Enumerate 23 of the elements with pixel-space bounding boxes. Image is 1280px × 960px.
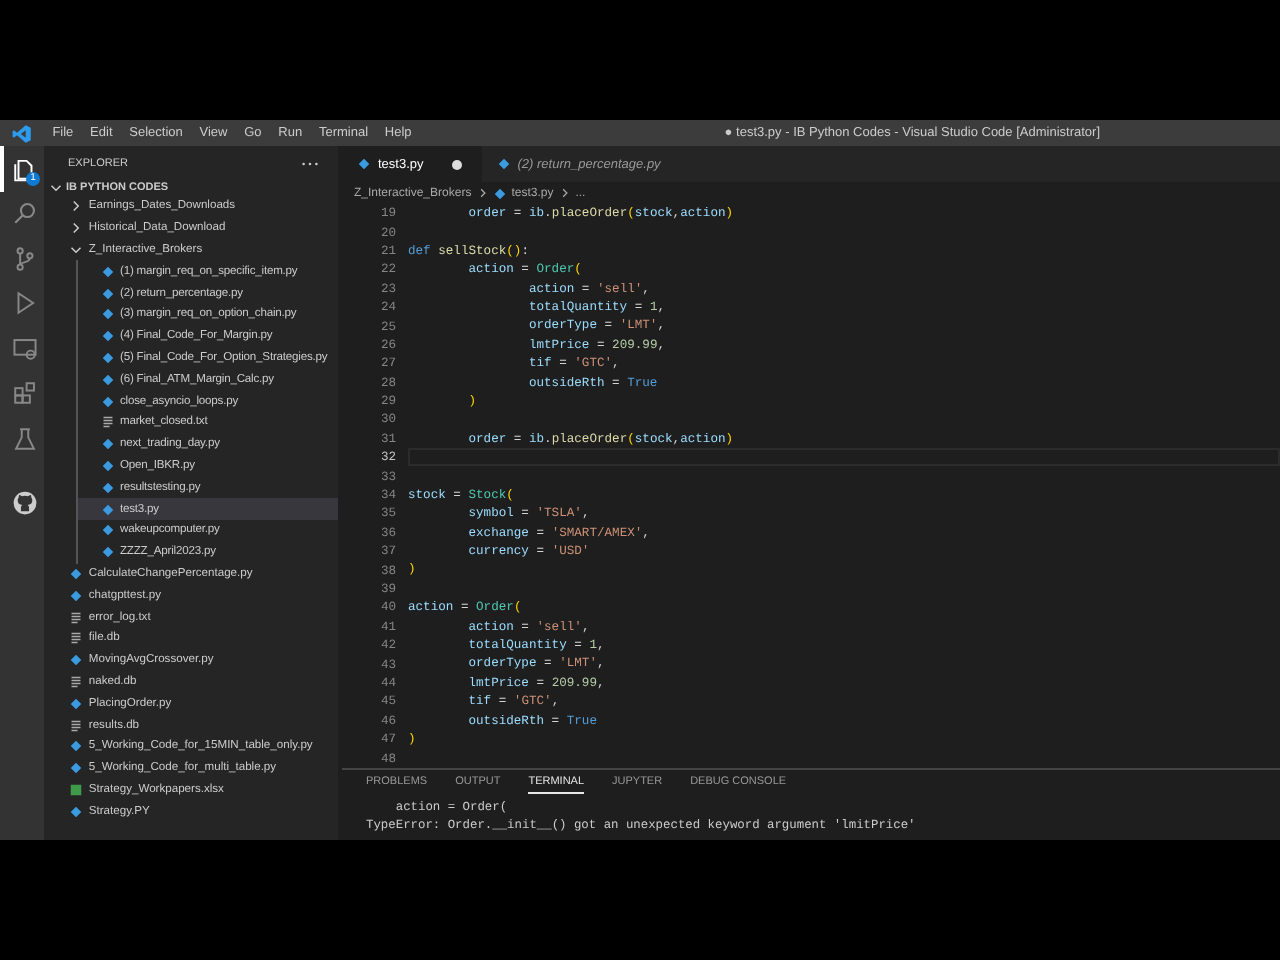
chevron-icon	[477, 188, 488, 198]
python-file-icon	[493, 187, 506, 199]
search-icon	[11, 200, 37, 227]
text-file-icon	[101, 416, 114, 429]
extensions-icon	[11, 380, 37, 407]
github-icon	[11, 490, 37, 517]
python-file-icon	[70, 805, 83, 818]
unsaved-dot	[451, 159, 462, 169]
monitor-icon	[11, 335, 37, 362]
text-file-icon	[70, 611, 83, 624]
text-file-icon	[70, 675, 83, 688]
branch-icon	[11, 245, 37, 272]
python-file-icon	[497, 158, 510, 170]
text-file-icon	[70, 632, 83, 645]
flask-icon	[11, 425, 37, 452]
files-icon	[11, 155, 37, 182]
spreadsheet-file-icon	[70, 783, 83, 796]
text-file-icon	[70, 719, 83, 732]
app-logo-icon	[12, 123, 32, 143]
python-file-icon	[70, 697, 83, 710]
python-file-icon	[358, 158, 370, 170]
python-file-icon	[70, 654, 83, 667]
chevron-icon	[559, 188, 570, 198]
